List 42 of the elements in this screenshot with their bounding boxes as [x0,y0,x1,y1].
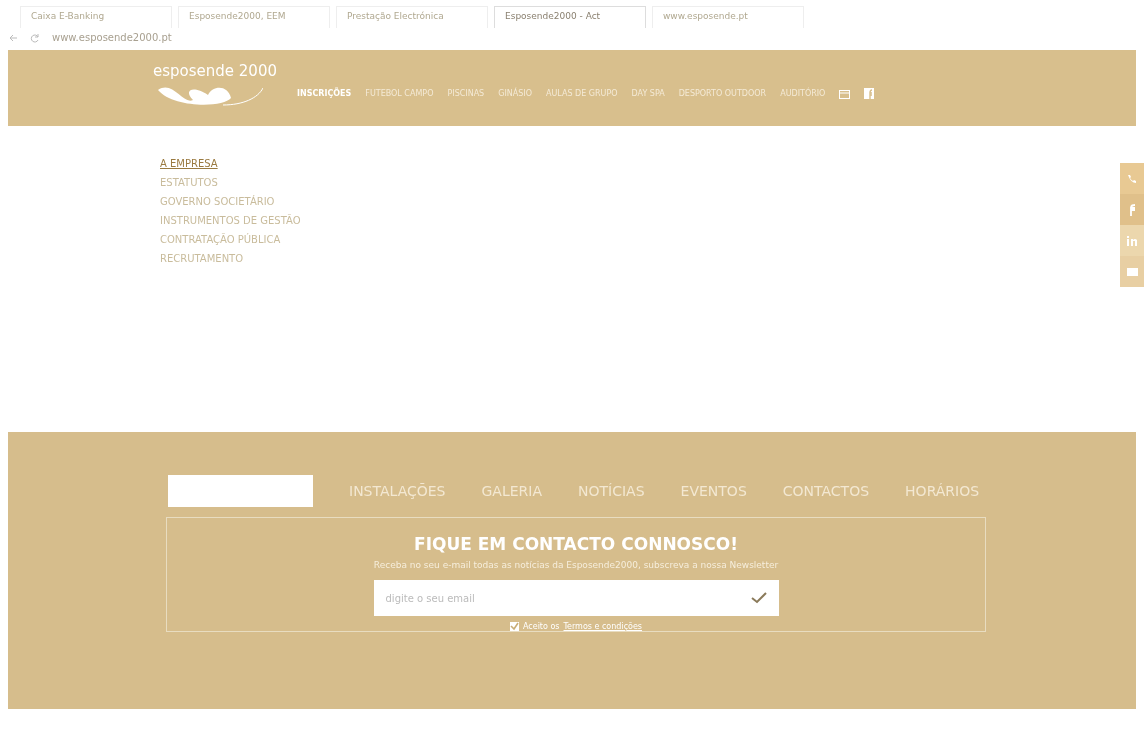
nav-link[interactable]: DAY SPA [631,87,665,100]
sidebar-item[interactable]: ESTATUTOS [160,177,218,188]
mail-icon[interactable] [1126,267,1138,276]
footer-nav-link[interactable]: NOTÍCIAS [578,483,645,499]
back-icon[interactable] [8,32,18,43]
terms-text: Aceito os [523,622,560,631]
browser-tab[interactable]: Esposende2000, EEM [178,6,330,28]
footer-nav-link[interactable]: HORÁRIOS [905,483,980,499]
browser-tab[interactable]: Caixa E-Banking [20,6,172,28]
terms-checkbox[interactable] [510,622,519,631]
nav-link[interactable]: DESPORTO OUTDOOR [678,87,767,100]
calendar-icon[interactable] [839,88,851,99]
nav-link[interactable]: AULAS DE GRUPO [545,87,618,100]
nav-link[interactable]: GINÁSIO [498,87,532,100]
sidebar-item[interactable]: INSTRUMENTOS DE GESTÃO [160,215,301,226]
browser-tab[interactable]: www.esposende.pt [652,6,804,28]
footer-nav-link[interactable]: EVENTOS [680,483,747,499]
nav-link[interactable]: INSCRIÇÕES [297,87,352,100]
footer-nav-link[interactable]: CONTACTOS [782,483,870,499]
sidebar-item[interactable]: RECRUTAMENTO [160,253,244,264]
reload-icon[interactable] [30,32,40,43]
facebook-icon[interactable] [1128,203,1136,216]
nav-link[interactable]: FUTEBOL CAMPO [365,87,434,100]
newsletter-text: Receba no seu e-mail todas as notícias da Esposende2000, subscreva a nossa Newsletter [373,560,779,570]
email-field[interactable]: digite o seu email [373,580,779,616]
browser-tab[interactable]: Prestação Electrónica [336,6,488,28]
phone-icon[interactable] [1127,173,1137,184]
sidebar-item[interactable]: GOVERNO SOCIETÁRIO [160,196,275,207]
checkmark-icon[interactable] [750,592,767,604]
footer-nav-link[interactable]: INSTALAÇÕES [349,483,446,499]
site-logo[interactable]: esposende 2000 [153,62,277,80]
sidebar-item[interactable]: A EMPRESA [160,158,218,169]
terms-link[interactable]: Termos e condições [563,622,642,631]
sidebar-item[interactable]: CONTRATAÇÃO PÚBLICA [160,234,281,245]
nav-link[interactable]: PISCINAS [447,87,485,100]
nav-link[interactable]: AUDITÓRIO [780,87,826,100]
newsletter-title: FIQUE EM CONTACTO CONNOSCO! [414,534,738,554]
address-field[interactable]: www.esposende2000.pt [52,32,172,43]
linkedin-icon[interactable] [1126,235,1138,246]
browser-tab[interactable]: Esposende2000 - Act [494,6,646,28]
facebook-icon[interactable] [864,88,875,99]
footer-nav-link[interactable]: GALERIA [481,483,543,499]
